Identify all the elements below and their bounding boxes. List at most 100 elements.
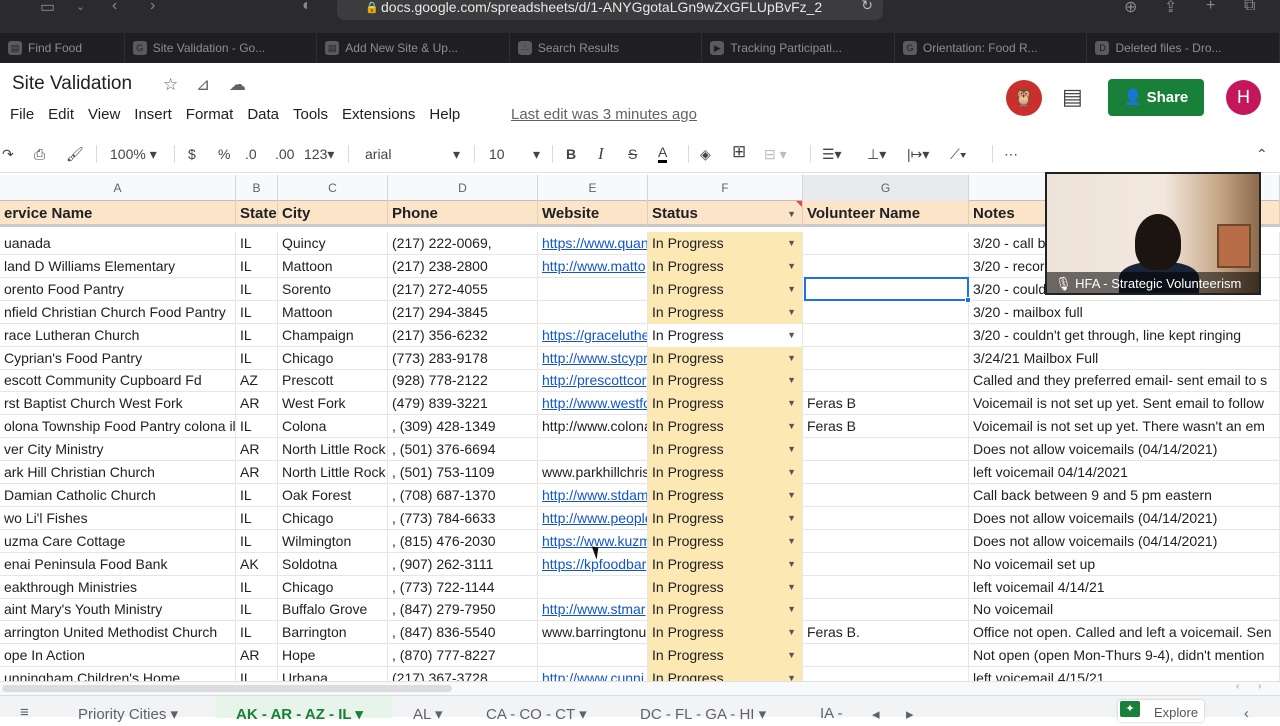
cell-volunteer[interactable] — [803, 438, 969, 462]
italic-button[interactable]: I — [598, 145, 604, 163]
chevron-down-icon[interactable]: ▼ — [787, 232, 796, 255]
header-service-name[interactable]: ervice Name — [0, 201, 236, 227]
cell-website[interactable]: http://www.people — [538, 506, 648, 530]
column-header-c[interactable]: C — [278, 175, 388, 201]
font-select[interactable]: arial ▾ — [365, 145, 465, 163]
cell-notes[interactable]: 3/20 - mailbox full — [969, 300, 1280, 324]
column-header-f[interactable]: F — [648, 175, 803, 201]
cell-city[interactable]: Prescott — [278, 369, 388, 393]
user-avatar[interactable]: H — [1226, 80, 1261, 115]
collapse-side-icon[interactable]: ‹ — [1244, 705, 1249, 722]
cell-notes[interactable]: 3/24/21 Mailbox Full — [969, 346, 1280, 370]
cell-website[interactable]: www.parkhillchris — [538, 461, 648, 484]
chevron-down-icon[interactable]: ▼ — [787, 530, 796, 553]
move-icon[interactable]: ⊿ — [196, 75, 210, 95]
cell-volunteer[interactable] — [803, 529, 969, 553]
cell-notes[interactable]: Does not allow voicemails (04/14/2021) — [969, 438, 1280, 462]
bold-button[interactable]: B — [566, 145, 576, 163]
all-sheets-icon[interactable]: ≡ — [20, 704, 29, 721]
cell-website[interactable]: http://www.colona — [538, 415, 648, 439]
chevron-up-icon[interactable]: ⌃ — [1256, 145, 1268, 163]
cell-name[interactable]: olona Township Food Pantry colona il — [0, 415, 236, 439]
cell-status[interactable]: In Progress ▼ — [648, 254, 803, 278]
scrollbar-thumb[interactable] — [2, 685, 452, 692]
column-header-a[interactable]: A — [0, 175, 236, 201]
sheet-tab-ia[interactable]: IA - — [820, 705, 843, 722]
browser-tab[interactable]: ▤ Find Food — [0, 33, 125, 63]
cell-status[interactable]: In Progress ▼ — [648, 346, 803, 370]
cell-name[interactable]: ver City Ministry — [0, 438, 236, 462]
menu-item-help[interactable]: Help — [429, 105, 468, 125]
cell-status[interactable]: In Progress ▼ — [648, 506, 803, 530]
cell-name[interactable]: Damian Catholic Church — [0, 483, 236, 507]
print-icon[interactable]: ⎙ — [34, 145, 45, 163]
paint-format-icon[interactable]: 🖌 — [66, 145, 84, 163]
tab-overview-icon[interactable]: ⧉ — [1244, 0, 1255, 15]
text-rotation-icon[interactable]: ⟋▾ — [950, 145, 967, 163]
cell-website[interactable] — [538, 300, 648, 324]
cell-state[interactable]: IL — [236, 254, 278, 278]
chevron-down-icon[interactable]: ▼ — [787, 347, 796, 370]
cell-state[interactable]: IL — [236, 346, 278, 370]
cell-volunteer[interactable] — [803, 300, 969, 324]
merge-cells-icon[interactable]: ⊟ ▾ — [764, 145, 787, 163]
browser-tab[interactable]: D Deleted files - Dro... — [1087, 33, 1280, 63]
cell-name[interactable]: orento Food Pantry — [0, 277, 236, 301]
fill-handle[interactable] — [965, 297, 971, 303]
chevron-down-icon[interactable]: ▼ — [787, 507, 796, 530]
text-color-button[interactable]: A — [658, 145, 668, 163]
cell-name[interactable]: eakthrough Ministries — [0, 575, 236, 599]
cell-state[interactable]: IL — [236, 300, 278, 324]
cell-website[interactable]: www.barringtonu — [538, 621, 648, 645]
chevron-down-icon[interactable]: ▼ — [787, 621, 796, 644]
cell-status[interactable]: In Progress ▼ — [648, 369, 803, 393]
cell-website[interactable]: http://www.westfo — [538, 392, 648, 416]
menu-item-format[interactable]: Format — [186, 105, 242, 125]
cell-volunteer[interactable] — [803, 575, 969, 599]
cell-status[interactable]: In Progress ▼ — [648, 323, 803, 347]
cell-notes[interactable]: Call back between 9 and 5 pm eastern — [969, 483, 1280, 507]
cell-status[interactable]: In Progress ▼ — [648, 392, 803, 416]
increase-decimals-button[interactable]: .00 — [275, 145, 294, 163]
cell-phone[interactable]: (217) 222-0069, — [388, 232, 538, 255]
cell-name[interactable]: uzma Care Cottage — [0, 529, 236, 553]
cell-phone[interactable]: , (907) 262-3111 — [388, 552, 538, 576]
scroll-tabs-right-icon[interactable]: ▸ — [906, 705, 914, 723]
cell-phone[interactable]: (928) 778-2122 — [388, 369, 538, 393]
scroll-left-icon[interactable]: ‹ — [1236, 681, 1239, 692]
cell-name[interactable]: escott Community Cupboard Fd — [0, 369, 236, 393]
cell-status[interactable]: In Progress ▼ — [648, 438, 803, 462]
cell-city[interactable]: Mattoon — [278, 254, 388, 278]
cell-phone[interactable]: (217) 238-2800 — [388, 254, 538, 278]
header-state[interactable]: State — [236, 201, 278, 227]
collaborator-avatar[interactable]: 🦉 — [1006, 80, 1042, 116]
cell-status[interactable]: In Progress ▼ — [648, 232, 803, 255]
menu-item-file[interactable]: File — [10, 105, 42, 125]
cell-state[interactable]: IL — [236, 232, 278, 255]
cell-city[interactable]: West Fork — [278, 392, 388, 416]
cell-website[interactable] — [538, 277, 648, 301]
cell-notes[interactable]: left voicemail 04/14/2021 — [969, 461, 1280, 484]
cell-city[interactable]: Sorento — [278, 277, 388, 301]
sheet-tab-dc-fl-ga-hi[interactable]: DC - FL - GA - HI ▾ — [640, 705, 766, 723]
cell-notes[interactable]: No voicemail set up — [969, 552, 1280, 576]
cell-notes[interactable]: Does not allow voicemails (04/14/2021) — [969, 506, 1280, 530]
cell-notes[interactable]: Voicemail is not set up yet. There wasn'… — [969, 415, 1280, 439]
cell-state[interactable]: AR — [236, 392, 278, 416]
cell-name[interactable]: land D Williams Elementary — [0, 254, 236, 278]
cell-state[interactable]: AR — [236, 461, 278, 484]
header-phone[interactable]: Phone — [388, 201, 538, 227]
scroll-right-icon[interactable]: › — [1258, 681, 1261, 692]
cell-name[interactable]: ark Hill Christian Church — [0, 461, 236, 484]
cell-name[interactable]: enai Peninsula Food Bank — [0, 552, 236, 576]
browser-tab[interactable]: ▶ Tracking Participati... — [702, 33, 895, 63]
cell-state[interactable]: IL — [236, 575, 278, 599]
last-edit-link[interactable]: Last edit was 3 minutes ago — [511, 105, 697, 125]
cell-volunteer[interactable] — [803, 346, 969, 370]
chevron-down-icon[interactable]: ▼ — [787, 644, 796, 667]
cell-city[interactable]: Hope — [278, 644, 388, 668]
cell-volunteer[interactable]: Feras B — [803, 392, 969, 416]
header-status[interactable]: Status ▼ — [648, 201, 803, 227]
cell-notes[interactable]: No voicemail — [969, 598, 1280, 622]
cell-city[interactable]: Champaign — [278, 323, 388, 347]
